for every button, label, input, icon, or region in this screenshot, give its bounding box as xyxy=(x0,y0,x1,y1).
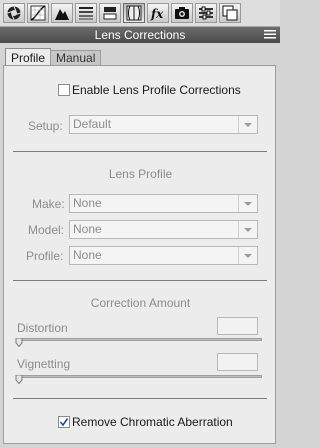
setup-value: Default xyxy=(73,117,112,131)
model-value: None xyxy=(73,222,102,236)
panel-header: Lens Corrections xyxy=(0,27,280,43)
profile-content: Enable Lens Profile Corrections Setup: D… xyxy=(3,65,276,444)
vignetting-slider-track[interactable] xyxy=(17,375,262,378)
model-select[interactable]: None xyxy=(69,220,258,239)
lens-profile-title: Lens Profile xyxy=(108,167,173,181)
enable-profile-label[interactable]: Enable Lens Profile Corrections xyxy=(72,83,241,97)
divider xyxy=(13,398,267,399)
profile-label: Profile: xyxy=(26,249,64,263)
model-label: Model: xyxy=(28,223,65,237)
remove-chromatic-checkbox[interactable] xyxy=(58,416,70,428)
tab-manual[interactable]: Manual xyxy=(50,50,102,65)
divider xyxy=(13,280,267,281)
make-label: Make: xyxy=(32,197,65,211)
camera-calibration-icon[interactable] xyxy=(171,3,193,23)
setup-select[interactable]: Default xyxy=(69,115,258,134)
tone-curve-icon[interactable] xyxy=(27,3,49,23)
make-select[interactable]: None xyxy=(69,194,258,213)
presets-icon[interactable] xyxy=(195,3,217,23)
chevron-down-icon xyxy=(238,195,257,212)
remove-chromatic-label[interactable]: Remove Chromatic Aberration xyxy=(72,415,233,429)
panel-menu-icon[interactable] xyxy=(264,29,276,40)
hsl-icon[interactable] xyxy=(75,3,97,23)
panel-title: Lens Corrections xyxy=(94,28,186,42)
distortion-value-field[interactable] xyxy=(217,317,258,335)
tab-bar: Profile Manual xyxy=(0,45,280,66)
vignetting-slider-thumb[interactable] xyxy=(15,375,23,384)
distortion-slider-track[interactable] xyxy=(17,338,262,341)
detail-icon[interactable] xyxy=(51,3,73,23)
enable-profile-checkbox[interactable] xyxy=(58,84,70,96)
chevron-down-icon xyxy=(238,116,257,133)
split-toning-icon[interactable] xyxy=(99,3,121,23)
distortion-slider-thumb[interactable] xyxy=(15,338,23,347)
snapshots-icon[interactable] xyxy=(219,3,241,23)
chevron-down-icon xyxy=(238,247,257,264)
vignetting-value-field[interactable] xyxy=(217,353,258,371)
tab-profile[interactable]: Profile xyxy=(5,48,52,66)
profile-value: None xyxy=(73,248,102,262)
setup-label: Setup: xyxy=(28,119,63,133)
effects-icon[interactable]: fx xyxy=(147,3,169,23)
distortion-label: Distortion xyxy=(17,321,68,335)
check-icon xyxy=(59,418,69,427)
chevron-down-icon xyxy=(238,221,257,238)
divider xyxy=(13,151,267,152)
profile-select[interactable]: None xyxy=(69,246,258,265)
lens-corrections-icon[interactable] xyxy=(123,3,145,23)
svg-text:fx: fx xyxy=(150,7,164,21)
vignetting-label: Vignetting xyxy=(17,357,71,371)
make-value: None xyxy=(73,196,102,210)
correction-amount-title: Correction Amount xyxy=(90,296,191,310)
aperture-icon[interactable] xyxy=(3,3,25,23)
toolbar: fx xyxy=(0,0,280,27)
